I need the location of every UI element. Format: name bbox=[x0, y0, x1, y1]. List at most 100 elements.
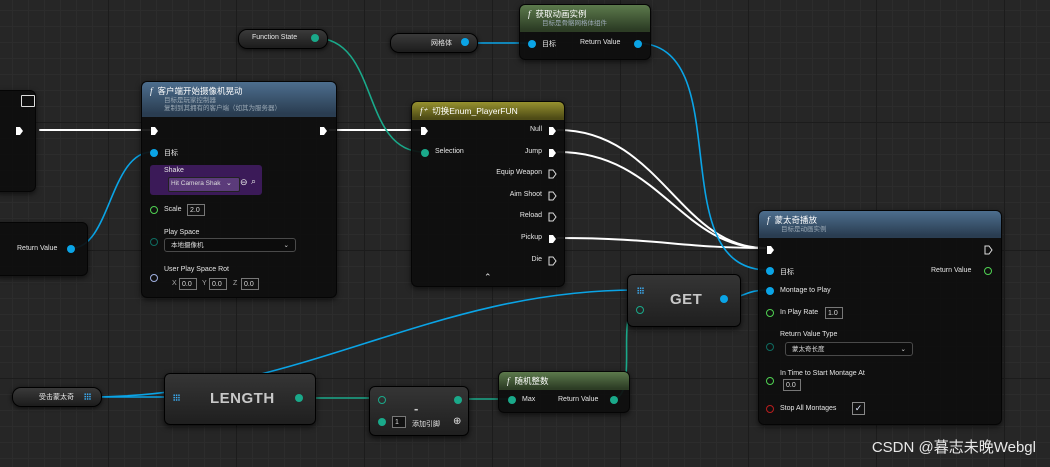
return-type-in-pin[interactable] bbox=[766, 343, 774, 351]
watermark: CSDN @暮志未晚Webgl bbox=[871, 439, 1036, 456]
output-pickup-pin[interactable] bbox=[548, 234, 557, 244]
mesh-variable[interactable]: 网格体 bbox=[390, 33, 478, 53]
output-null-pin[interactable] bbox=[548, 126, 557, 136]
collapse-chevron-icon[interactable]: ⌃ bbox=[484, 272, 492, 283]
rot-z-label: Z bbox=[233, 280, 238, 287]
return-type-dropdown[interactable]: 蒙太奇长度 ⌄ bbox=[785, 342, 913, 356]
exec-wire-null bbox=[557, 129, 766, 249]
add-pin-label: 添加引脚 bbox=[412, 421, 440, 428]
output-aim-pin[interactable] bbox=[548, 191, 557, 201]
add-pin-icon[interactable]: ⊕ bbox=[453, 416, 461, 427]
array-grid-icon[interactable] bbox=[84, 393, 91, 400]
target-in-pin[interactable] bbox=[528, 40, 536, 48]
return-value-out-pin[interactable] bbox=[610, 396, 618, 404]
target-label: 目标 bbox=[164, 150, 178, 157]
play-space-dropdown[interactable]: 本地摄像机 ⌄ bbox=[164, 238, 296, 252]
scale-in-pin[interactable] bbox=[150, 206, 158, 214]
output-die-pin[interactable] bbox=[548, 256, 557, 266]
random-integer-title: 随机整数 bbox=[514, 376, 549, 386]
get-anim-instance-title: 获取动画实例 bbox=[535, 9, 587, 19]
max-in-pin[interactable] bbox=[508, 396, 516, 404]
chevron-down-icon: ⌄ bbox=[226, 180, 232, 187]
shake-label: Shake bbox=[164, 167, 184, 174]
subtract-out-pin[interactable] bbox=[454, 396, 462, 404]
chevron-down-icon: ⌄ bbox=[283, 242, 289, 249]
output-die-label: Die bbox=[531, 256, 542, 263]
switch-enum-node[interactable]: f⁺ 切换Enum_PlayerFUN Selection Null Jump E… bbox=[411, 101, 565, 287]
get-out-pin[interactable] bbox=[720, 295, 728, 303]
subtract-b-input[interactable]: 1 bbox=[392, 416, 406, 428]
rot-in-pin[interactable] bbox=[150, 274, 158, 282]
start-time-in-pin[interactable] bbox=[766, 377, 774, 385]
rot-y-label: Y bbox=[202, 280, 207, 287]
subtract-b-pin[interactable] bbox=[378, 418, 386, 426]
target-label: 目标 bbox=[780, 269, 794, 276]
play-space-in-pin[interactable] bbox=[150, 238, 158, 246]
play-rate-input[interactable]: 1.0 bbox=[825, 307, 843, 319]
length-label: LENGTH bbox=[210, 390, 275, 407]
subtract-symbol: - bbox=[414, 401, 419, 416]
subtract-node[interactable]: - 1 添加引脚 ⊕ bbox=[369, 386, 469, 436]
exec-in-pin[interactable] bbox=[420, 126, 429, 136]
target-in-pin[interactable] bbox=[150, 149, 158, 157]
output-reload-label: Reload bbox=[519, 212, 542, 219]
return-value-out-pin[interactable] bbox=[634, 40, 642, 48]
function-icon: f bbox=[507, 376, 510, 386]
return-value-label: Return Value bbox=[558, 396, 599, 403]
exec-out-pin[interactable] bbox=[15, 126, 24, 136]
start-time-label: In Time to Start Montage At bbox=[780, 370, 865, 377]
output-aim-label: Aim Shoot bbox=[509, 191, 542, 198]
offscreen-return-node[interactable]: Return Value bbox=[0, 222, 88, 276]
function-icon: f bbox=[150, 86, 153, 96]
get-node[interactable]: GET bbox=[627, 274, 741, 327]
output-reload-pin[interactable] bbox=[548, 212, 557, 222]
play-rate-in-pin[interactable] bbox=[766, 309, 774, 317]
subtract-a-pin[interactable] bbox=[378, 396, 386, 404]
exec-in-pin[interactable] bbox=[150, 126, 159, 136]
exec-out-pin[interactable] bbox=[984, 245, 993, 255]
length-node[interactable]: LENGTH bbox=[164, 373, 316, 425]
chevron-down-icon: ⌄ bbox=[900, 346, 906, 353]
client-shake-subtitle-2: 复制到其拥有的客户端（如其为服务器） bbox=[164, 105, 281, 113]
length-out-pin[interactable] bbox=[295, 394, 303, 402]
target-in-pin[interactable] bbox=[766, 267, 774, 275]
use-selected-icon[interactable]: ⊖ bbox=[240, 177, 248, 188]
function-state-out-pin[interactable] bbox=[311, 34, 319, 42]
scale-label: Scale bbox=[164, 206, 182, 213]
montage-play-subtitle: 目标是动画实例 bbox=[781, 226, 827, 233]
play-space-label: Play Space bbox=[164, 229, 200, 236]
selection-label: Selection bbox=[435, 148, 464, 155]
hit-montage-array-variable[interactable]: 受击蒙太奇 bbox=[12, 387, 102, 407]
rot-z-input[interactable]: 0.0 bbox=[241, 278, 259, 290]
exec-in-pin[interactable] bbox=[766, 245, 775, 255]
rot-x-input[interactable]: 0.0 bbox=[179, 278, 197, 290]
browse-search-icon[interactable]: ⌕ bbox=[251, 176, 256, 187]
scale-input[interactable]: 2.0 bbox=[187, 204, 205, 216]
output-equip-pin[interactable] bbox=[548, 169, 557, 179]
return-value-pin[interactable] bbox=[67, 245, 75, 253]
start-time-input[interactable]: 0.0 bbox=[783, 379, 801, 391]
shake-class-box: Shake Hit Camera Shak ⌄ ⊖ ⌕ bbox=[150, 165, 262, 195]
selection-in-pin[interactable] bbox=[421, 149, 429, 157]
rot-y-input[interactable]: 0.0 bbox=[209, 278, 227, 290]
stop-all-in-pin[interactable] bbox=[766, 405, 774, 413]
index-in-pin[interactable] bbox=[636, 306, 644, 314]
play-rate-label: In Play Rate bbox=[780, 309, 819, 316]
montage-in-pin[interactable] bbox=[766, 287, 774, 295]
montage-play-node[interactable]: f 蒙太奇播放 目标是动画实例 目标 Return Value Montage t… bbox=[758, 210, 1002, 425]
return-value-label: Return Value bbox=[17, 245, 58, 252]
random-integer-node[interactable]: f 随机整数 Max Return Value bbox=[498, 371, 630, 413]
output-equip-label: Equip Weapon bbox=[496, 169, 542, 176]
exec-out-pin[interactable] bbox=[319, 126, 328, 136]
get-anim-instance-node[interactable]: f 获取动画实例 目标是骨骼网格体组件 目标 Return Value bbox=[519, 4, 651, 60]
mesh-out-pin[interactable] bbox=[461, 38, 469, 46]
client-camera-shake-node[interactable]: f 客户端开始摄像机晃动 目标是玩家控制器 复制到其拥有的客户端（如其为服务器） … bbox=[141, 81, 337, 298]
array-grid-icon[interactable] bbox=[173, 394, 180, 401]
client-shake-subtitle-1: 目标是玩家控制器 bbox=[164, 97, 216, 104]
offscreen-event-node[interactable] bbox=[0, 90, 36, 192]
array-grid-icon[interactable] bbox=[637, 287, 644, 294]
return-value-out-pin[interactable] bbox=[984, 267, 992, 275]
output-jump-pin[interactable] bbox=[548, 148, 557, 158]
stop-all-checkbox[interactable]: ✓ bbox=[852, 402, 865, 415]
function-state-variable[interactable]: Function State bbox=[238, 29, 328, 49]
